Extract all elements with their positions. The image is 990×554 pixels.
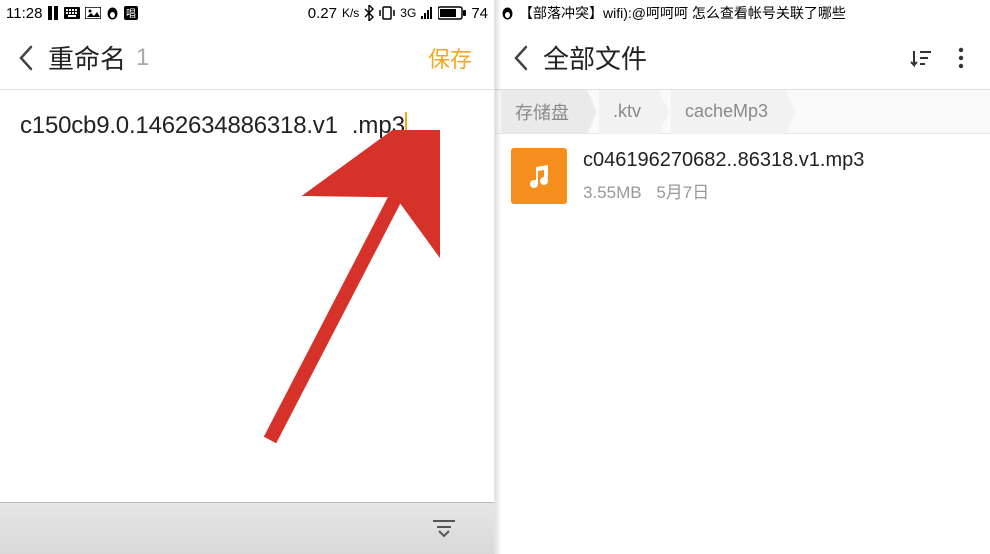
keyboard-icon [64, 7, 80, 19]
status-speed-unit: K/s [342, 6, 359, 20]
back-button[interactable] [12, 38, 40, 78]
image-icon [85, 7, 101, 19]
breadcrumb: 存储盘 .ktv cacheMp3 [495, 90, 990, 134]
chevron-left-icon [18, 45, 34, 71]
status-bar: 【部落冲突】wifi):@呵呵呵 怎么查看帐号关联了哪些 [495, 0, 990, 26]
penguin-icon [501, 6, 514, 20]
filename-base: c150cb9.0.1462634886318.v1 [20, 112, 338, 140]
more-vertical-icon [958, 47, 964, 69]
chevron-left-icon [513, 45, 529, 71]
file-name: c046196270682..86318.v1.mp3 [583, 149, 864, 172]
breadcrumb-item[interactable]: 存储盘 [501, 90, 587, 134]
back-button[interactable] [507, 38, 535, 78]
more-button[interactable] [944, 38, 978, 78]
sort-icon [910, 48, 932, 68]
status-speed: 0.27 [308, 5, 337, 22]
save-button[interactable]: 保存 [418, 36, 482, 80]
penguin-icon [106, 6, 119, 20]
text-caret [405, 112, 407, 140]
bluetooth-icon [364, 5, 374, 21]
signal-icon [421, 7, 433, 19]
header: 重命名 1 保存 [0, 26, 494, 90]
pause-icon [47, 6, 59, 20]
keyboard-collapse-button[interactable] [424, 514, 464, 544]
status-battery: 74 [471, 5, 488, 22]
status-notification: 【部落冲突】wifi):@呵呵呵 怎么查看帐号关联了哪些 [519, 3, 846, 23]
keyboard-toolbar [0, 502, 494, 554]
music-file-icon [511, 148, 567, 204]
breadcrumb-item[interactable]: cacheMp3 [671, 90, 786, 134]
file-row[interactable]: c046196270682..86318.v1.mp3 3.55MB 5月7日 [495, 134, 990, 218]
files-screen: 【部落冲突】wifi):@呵呵呵 怎么查看帐号关联了哪些 全部文件 存储盘 .k… [495, 0, 990, 554]
svg-text:唱: 唱 [126, 8, 136, 20]
filename-ext: .mp3 [352, 112, 405, 140]
vibrate-icon [379, 6, 395, 20]
file-meta: 3.55MB 5月7日 [583, 178, 864, 203]
status-net: 3G [400, 6, 416, 20]
page-title: 重命名 [48, 39, 126, 76]
arrow-annotation [210, 130, 440, 460]
file-size: 3.55MB [583, 183, 642, 202]
rename-input[interactable]: c150cb9.0.1462634886318.v1 .mp3 [0, 90, 494, 150]
page-title: 全部文件 [543, 39, 647, 76]
file-date: 5月7日 [656, 183, 709, 202]
status-time: 11:28 [6, 5, 42, 22]
sort-button[interactable] [904, 38, 938, 78]
chevron-down-icon [437, 530, 451, 538]
status-bar: 11:28 唱 0.27 K/s 3G 74 [0, 0, 494, 26]
breadcrumb-item[interactable]: .ktv [599, 90, 659, 134]
rename-screen: 11:28 唱 0.27 K/s 3G 74 重命名 1 保存 c150cb9.… [0, 0, 495, 554]
header: 全部文件 [495, 26, 990, 90]
selection-count: 1 [136, 44, 149, 72]
battery-icon [438, 6, 466, 20]
app-icon: 唱 [124, 6, 138, 20]
